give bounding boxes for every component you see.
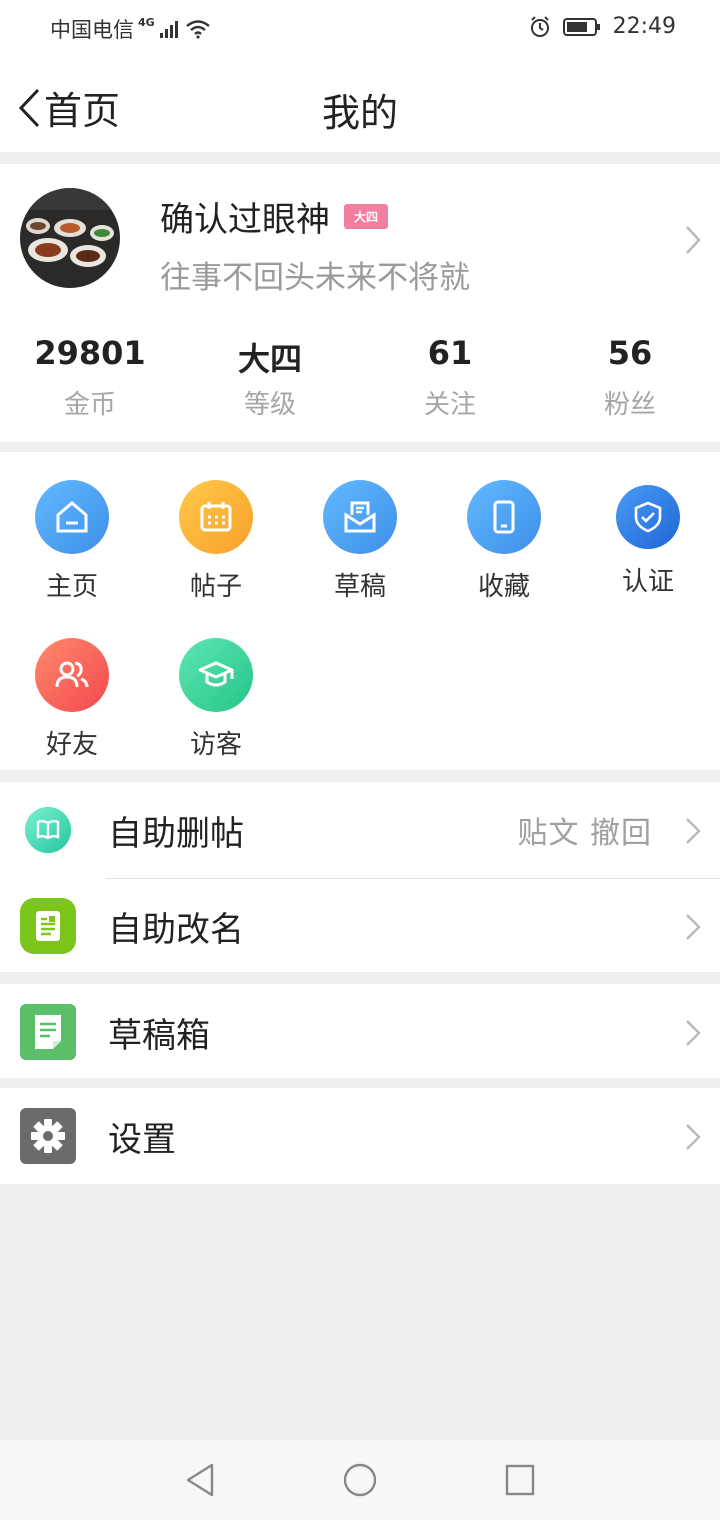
shortcut-verify[interactable]: 认证	[576, 480, 720, 598]
profile-card[interactable]: 确认过眼神 大四 往事不回头未来不将就 29801 金币 大四 等级 61 关注…	[0, 164, 720, 442]
chevron-right-icon	[686, 818, 701, 844]
status-right: 22:49	[529, 14, 676, 39]
home-icon	[35, 480, 109, 554]
shortcut-favorites[interactable]: 收藏	[432, 480, 576, 603]
row-label: 草稿箱	[108, 1015, 210, 1056]
username-row: 确认过眼神 大四	[160, 192, 389, 241]
list-section-self-service: 自助删帖 贴文 撤回 自助改名	[0, 782, 720, 972]
chevron-right-icon	[686, 914, 701, 940]
stat-value: 大四	[237, 340, 302, 378]
shortcut-posts[interactable]: 帖子	[144, 480, 288, 603]
chevron-right-icon	[686, 1124, 701, 1150]
friends-icon	[35, 638, 109, 712]
list-section-drafts: 草稿箱	[0, 984, 720, 1078]
stat-coins[interactable]: 29801 金币	[0, 334, 180, 421]
book-icon	[20, 802, 76, 858]
stat-label: 金币	[63, 390, 116, 420]
status-left: 中国电信 4G	[50, 14, 211, 44]
shortcut-label: 好友	[45, 730, 98, 760]
stat-value: 61	[427, 334, 473, 372]
nav-back-icon[interactable]	[184, 1462, 216, 1498]
shortcut-label: 主页	[45, 572, 98, 602]
chevron-right-icon	[686, 1020, 701, 1046]
stat-label: 等级	[243, 390, 296, 420]
id-card-icon	[20, 898, 76, 954]
note-icon	[20, 1004, 76, 1060]
shortcut-friends[interactable]: 好友	[0, 638, 144, 761]
battery-icon	[562, 17, 600, 36]
page-title: 我的	[321, 91, 398, 135]
network-type: 4G	[138, 15, 155, 29]
gear-icon	[20, 1108, 76, 1164]
row-self-delete[interactable]: 自助删帖 贴文 撤回	[0, 782, 720, 879]
system-nav-bar	[0, 1440, 720, 1520]
row-label: 自助删帖	[108, 813, 244, 854]
stat-level[interactable]: 大四 等级	[180, 334, 360, 421]
shortcut-label: 草稿	[333, 572, 386, 602]
status-bar: 中国电信 4G 22:49	[0, 0, 720, 56]
shortcut-visitors[interactable]: 访客	[144, 638, 288, 761]
row-label: 设置	[108, 1119, 176, 1160]
clock-time: 22:49	[612, 14, 676, 39]
username: 确认过眼神	[160, 200, 330, 240]
calendar-icon	[179, 480, 253, 554]
shortcut-drafts[interactable]: 草稿	[288, 480, 432, 603]
row-self-rename[interactable]: 自助改名	[0, 878, 720, 974]
shortcut-label: 帖子	[189, 572, 242, 602]
shortcut-grid: 主页 帖子 草稿 收藏 认证 好友 访客	[0, 452, 720, 770]
row-right-text: 贴文 撤回	[517, 816, 652, 851]
alarm-icon	[530, 15, 549, 37]
nav-home-icon[interactable]	[342, 1462, 378, 1498]
stat-label: 关注	[423, 390, 476, 420]
stat-value: 56	[607, 334, 653, 372]
shortcut-label: 收藏	[477, 572, 530, 602]
level-badge: 大四	[344, 204, 389, 229]
graduation-cap-icon	[179, 638, 253, 712]
shortcut-label: 认证	[621, 567, 674, 597]
row-settings[interactable]: 设置	[0, 1088, 720, 1184]
stats-row: 29801 金币 大四 等级 61 关注 56 粉丝	[0, 334, 720, 421]
shield-check-icon	[616, 485, 680, 549]
page-header: 首页 我的	[0, 56, 720, 152]
row-drafts-box[interactable]: 草稿箱	[0, 984, 720, 1080]
row-label: 自助改名	[108, 909, 244, 950]
stat-value: 29801	[34, 334, 146, 372]
stat-label: 粉丝	[603, 390, 656, 420]
phone-icon	[467, 480, 541, 554]
wifi-icon	[185, 20, 210, 39]
stat-followers[interactable]: 56 粉丝	[540, 334, 720, 421]
nav-recents-icon[interactable]	[504, 1462, 536, 1498]
signature: 往事不回头未来不将就	[160, 260, 470, 296]
stat-following[interactable]: 61 关注	[360, 334, 540, 421]
chevron-right-icon	[686, 226, 701, 254]
shortcut-home[interactable]: 主页	[0, 480, 144, 603]
shortcut-label: 访客	[189, 730, 242, 760]
carrier-label: 中国电信	[50, 18, 134, 42]
mail-draft-icon	[323, 480, 397, 554]
list-section-settings: 设置	[0, 1088, 720, 1184]
signal-icon	[159, 21, 178, 38]
avatar[interactable]	[20, 188, 120, 288]
